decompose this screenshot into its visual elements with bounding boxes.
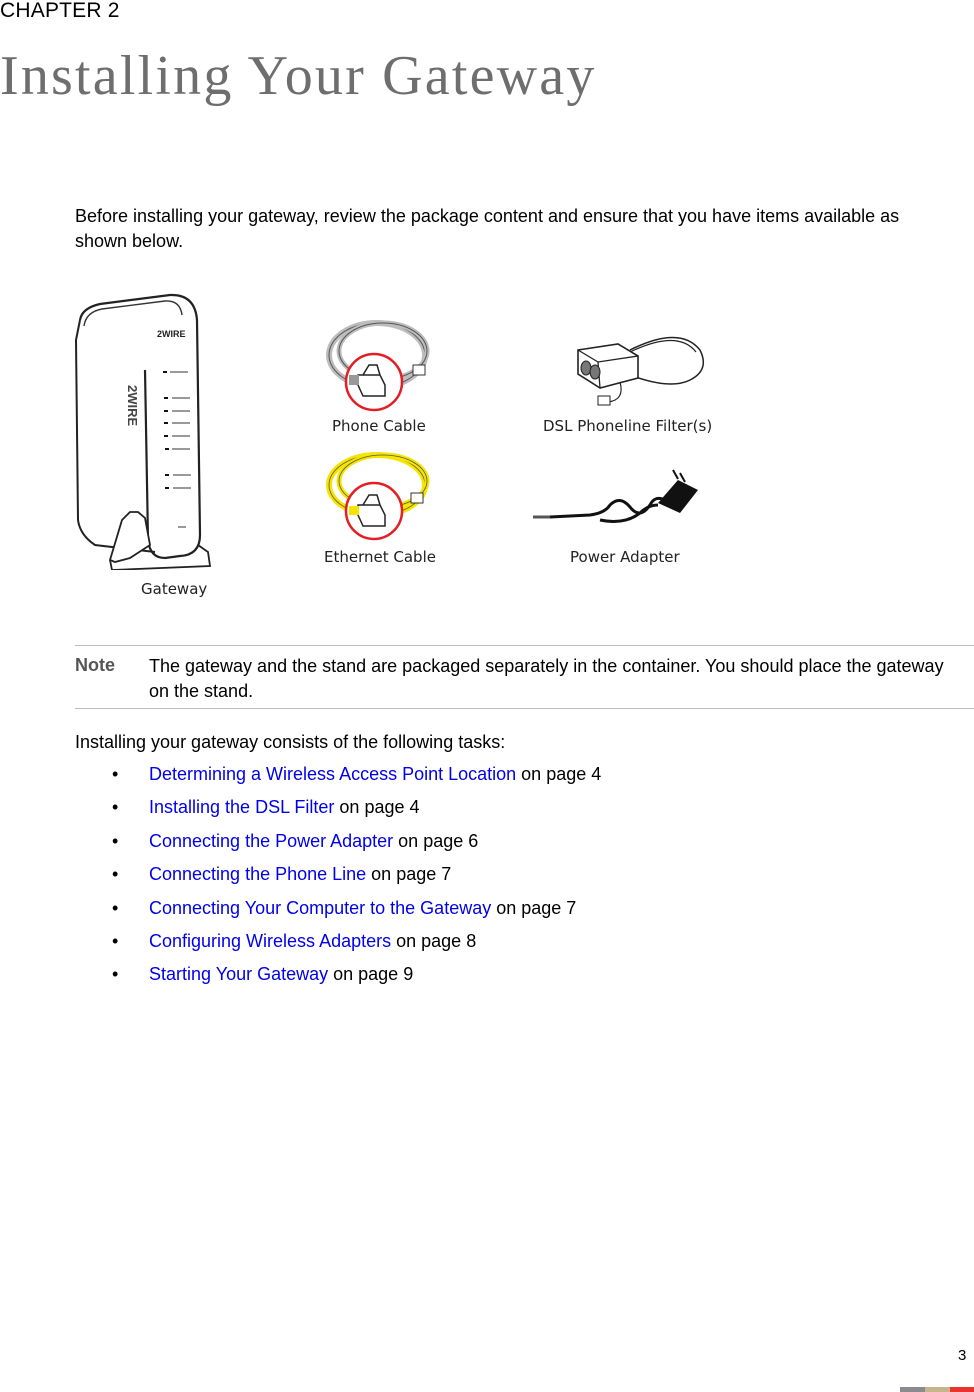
- note-text: The gateway and the stand are packaged s…: [149, 656, 944, 701]
- page-number: 3: [958, 1347, 967, 1364]
- svg-text:2WIRE: 2WIRE: [157, 329, 186, 339]
- page-ref: on page 8: [391, 930, 477, 951]
- task-link-power-adapter[interactable]: Connecting the Power Adapter: [149, 831, 393, 851]
- dsl-filter-icon: [577, 336, 705, 406]
- phone-cable-icon: [326, 320, 430, 412]
- task-link-wireless-adapters[interactable]: Configuring Wireless Adapters: [149, 931, 391, 951]
- bullet: •: [112, 964, 119, 985]
- package-contents-figure: 2WIRE 2WIRE Gateway Phone Cable DSL Phon…: [60, 285, 740, 615]
- footer-bar-segment: [950, 1387, 974, 1392]
- bullet: •: [112, 897, 119, 918]
- footer-color-bar: [900, 1387, 974, 1392]
- svg-text:2WIRE: 2WIRE: [125, 385, 140, 427]
- chapter-label: CHAPTER 2: [0, 0, 120, 22]
- bullet: •: [112, 864, 119, 885]
- ethernet-cable-label: Ethernet Cable: [324, 548, 436, 566]
- page-ref: on page 4: [516, 764, 602, 784]
- power-adapter-icon: [533, 469, 698, 523]
- gateway-label: Gateway: [141, 580, 208, 598]
- tasks-intro: Installing your gateway consists of the …: [75, 732, 506, 752]
- task-link-phone-line[interactable]: Connecting the Phone Line: [149, 864, 366, 884]
- page-title: Installing Your Gateway: [0, 45, 597, 107]
- bullet: •: [112, 930, 119, 951]
- task-link-computer[interactable]: Connecting Your Computer to the Gateway: [149, 898, 491, 918]
- page-ref: on page 4: [334, 797, 420, 818]
- intro-paragraph: Before installing your gateway, review t…: [75, 206, 900, 251]
- footer-bar-segment: [900, 1387, 925, 1392]
- dsl-filter-label: DSL Phoneline Filter(s): [543, 417, 713, 435]
- power-adapter-label: Power Adapter: [570, 548, 680, 566]
- task-link-starting[interactable]: Starting Your Gateway: [149, 964, 328, 984]
- footer-bar-segment: [925, 1387, 950, 1392]
- bullet: •: [112, 830, 119, 851]
- page-ref: on page 7: [366, 864, 452, 885]
- phone-cable-label: Phone Cable: [332, 417, 426, 435]
- bullet: •: [112, 797, 119, 818]
- page-ref: on page 7: [491, 897, 577, 918]
- task-link-wireless-location[interactable]: Determining a Wireless Access Point Loca…: [149, 764, 516, 784]
- gateway-icon: 2WIRE 2WIRE: [74, 293, 212, 570]
- ethernet-cable-icon: [326, 452, 430, 541]
- task-link-dsl-filter[interactable]: Installing the DSL Filter: [149, 797, 334, 817]
- note-box: Note The gateway and the stand are packa…: [75, 645, 974, 709]
- bullet: •: [112, 764, 119, 784]
- note-label: Note: [75, 655, 115, 675]
- page-ref: on page 9: [328, 964, 414, 985]
- page-ref: on page 6: [393, 830, 479, 851]
